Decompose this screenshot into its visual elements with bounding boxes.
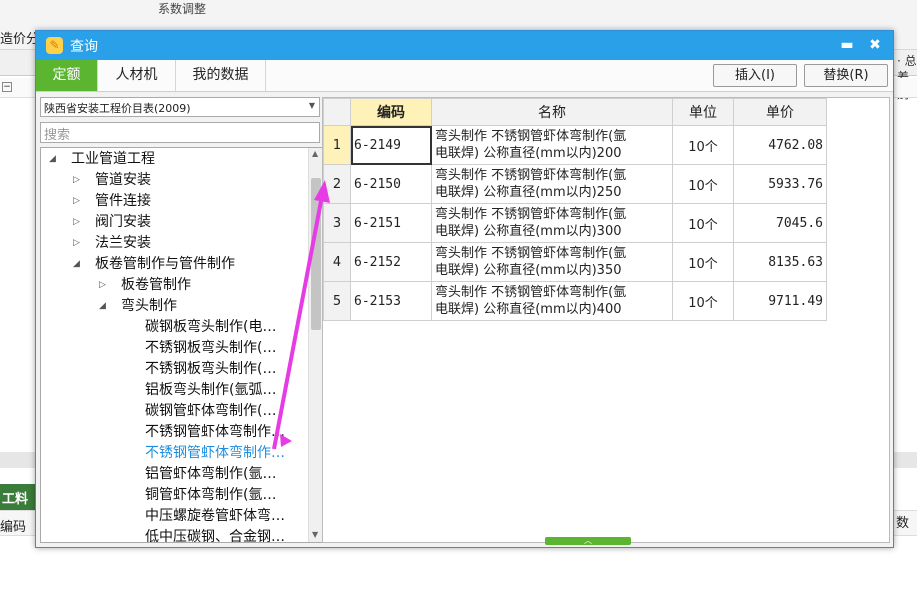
annotation-overlay	[272, 180, 330, 450]
annotation-arrow-line	[272, 195, 324, 450]
annotation-pointer-icon	[280, 434, 292, 447]
annotation-arrowhead-icon	[314, 180, 330, 203]
